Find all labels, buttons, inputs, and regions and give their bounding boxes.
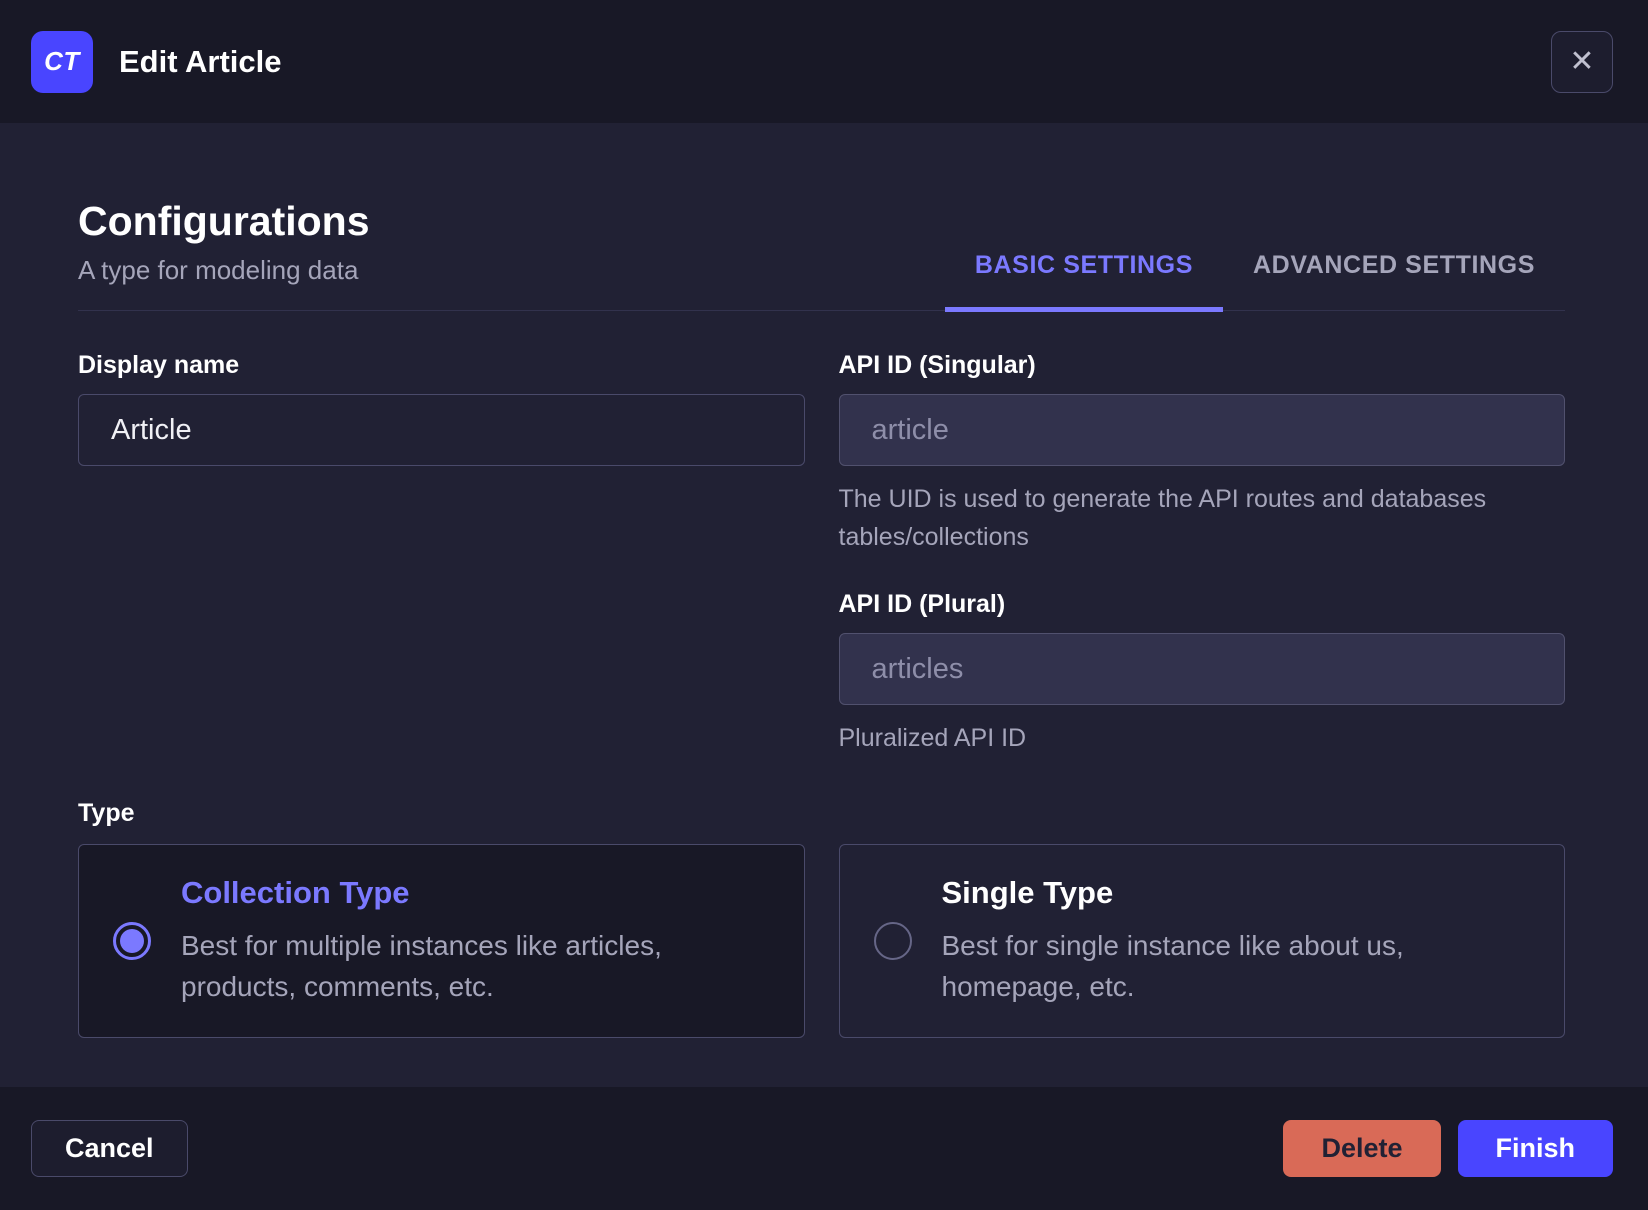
- form-right-column: API ID (Singular) The UID is used to gen…: [838, 351, 1565, 757]
- type-option-collection[interactable]: Collection Type Best for multiple instan…: [78, 844, 805, 1038]
- modal-footer: Cancel Delete Finish: [0, 1087, 1648, 1210]
- display-name-input[interactable]: [78, 394, 805, 466]
- type-options: Collection Type Best for multiple instan…: [78, 844, 1565, 1038]
- section-header: Configurations A type for modeling data …: [78, 198, 1565, 312]
- api-id-plural-input[interactable]: [838, 633, 1565, 705]
- page-subtitle: A type for modeling data: [78, 255, 359, 285]
- api-id-plural-hint: Pluralized API ID: [838, 724, 1027, 752]
- api-id-singular-input[interactable]: [838, 394, 1565, 466]
- settings-tabs: BASIC SETTINGS ADVANCED SETTINGS: [944, 251, 1565, 312]
- display-name-label: Display name: [78, 351, 240, 379]
- close-button[interactable]: ✕: [1551, 30, 1613, 93]
- edit-article-modal: CT Edit Article ✕ Configurations A type …: [0, 0, 1648, 1210]
- api-id-singular-hint: The UID is used to generate the API rout…: [838, 485, 1487, 551]
- api-id-singular-label: API ID (Singular): [838, 351, 1036, 379]
- display-name-field-group: Display name: [78, 351, 805, 466]
- tab-basic-settings[interactable]: BASIC SETTINGS: [944, 251, 1224, 312]
- modal-header: CT Edit Article ✕: [0, 0, 1648, 123]
- content-type-badge: CT: [31, 30, 93, 93]
- collection-type-title: Collection Type: [181, 875, 410, 910]
- single-type-title: Single Type: [941, 875, 1114, 910]
- close-icon: ✕: [1569, 44, 1595, 78]
- collection-type-texts: Collection Type Best for multiple instan…: [181, 875, 770, 1007]
- configuration-form: Display name API ID (Singular) The UID i…: [78, 351, 1565, 757]
- radio-dot: [120, 929, 144, 953]
- modal-body: Configurations A type for modeling data …: [0, 123, 1648, 1087]
- tab-advanced-settings[interactable]: ADVANCED SETTINGS: [1223, 251, 1565, 310]
- radio-unselected-icon[interactable]: [873, 922, 912, 960]
- single-type-description: Best for single instance like about us, …: [941, 930, 1404, 1002]
- form-left-column: Display name: [78, 351, 805, 757]
- type-option-single[interactable]: Single Type Best for single instance lik…: [838, 844, 1565, 1038]
- collection-type-description: Best for multiple instances like article…: [181, 930, 662, 1002]
- delete-button[interactable]: Delete: [1283, 1120, 1441, 1177]
- type-section-label: Type: [78, 799, 135, 827]
- radio-selected-icon[interactable]: [113, 922, 151, 960]
- api-id-plural-field-group: API ID (Plural) Pluralized API ID: [838, 590, 1565, 757]
- api-id-singular-field-group: API ID (Singular) The UID is used to gen…: [838, 351, 1565, 556]
- cancel-button[interactable]: Cancel: [31, 1120, 188, 1177]
- modal-title: Edit Article: [119, 43, 282, 79]
- page-title: Configurations: [78, 198, 370, 244]
- api-id-plural-label: API ID (Plural): [838, 590, 1006, 618]
- finish-button[interactable]: Finish: [1457, 1120, 1613, 1177]
- single-type-texts: Single Type Best for single instance lik…: [942, 875, 1531, 1007]
- section-titles: Configurations A type for modeling data: [78, 198, 370, 310]
